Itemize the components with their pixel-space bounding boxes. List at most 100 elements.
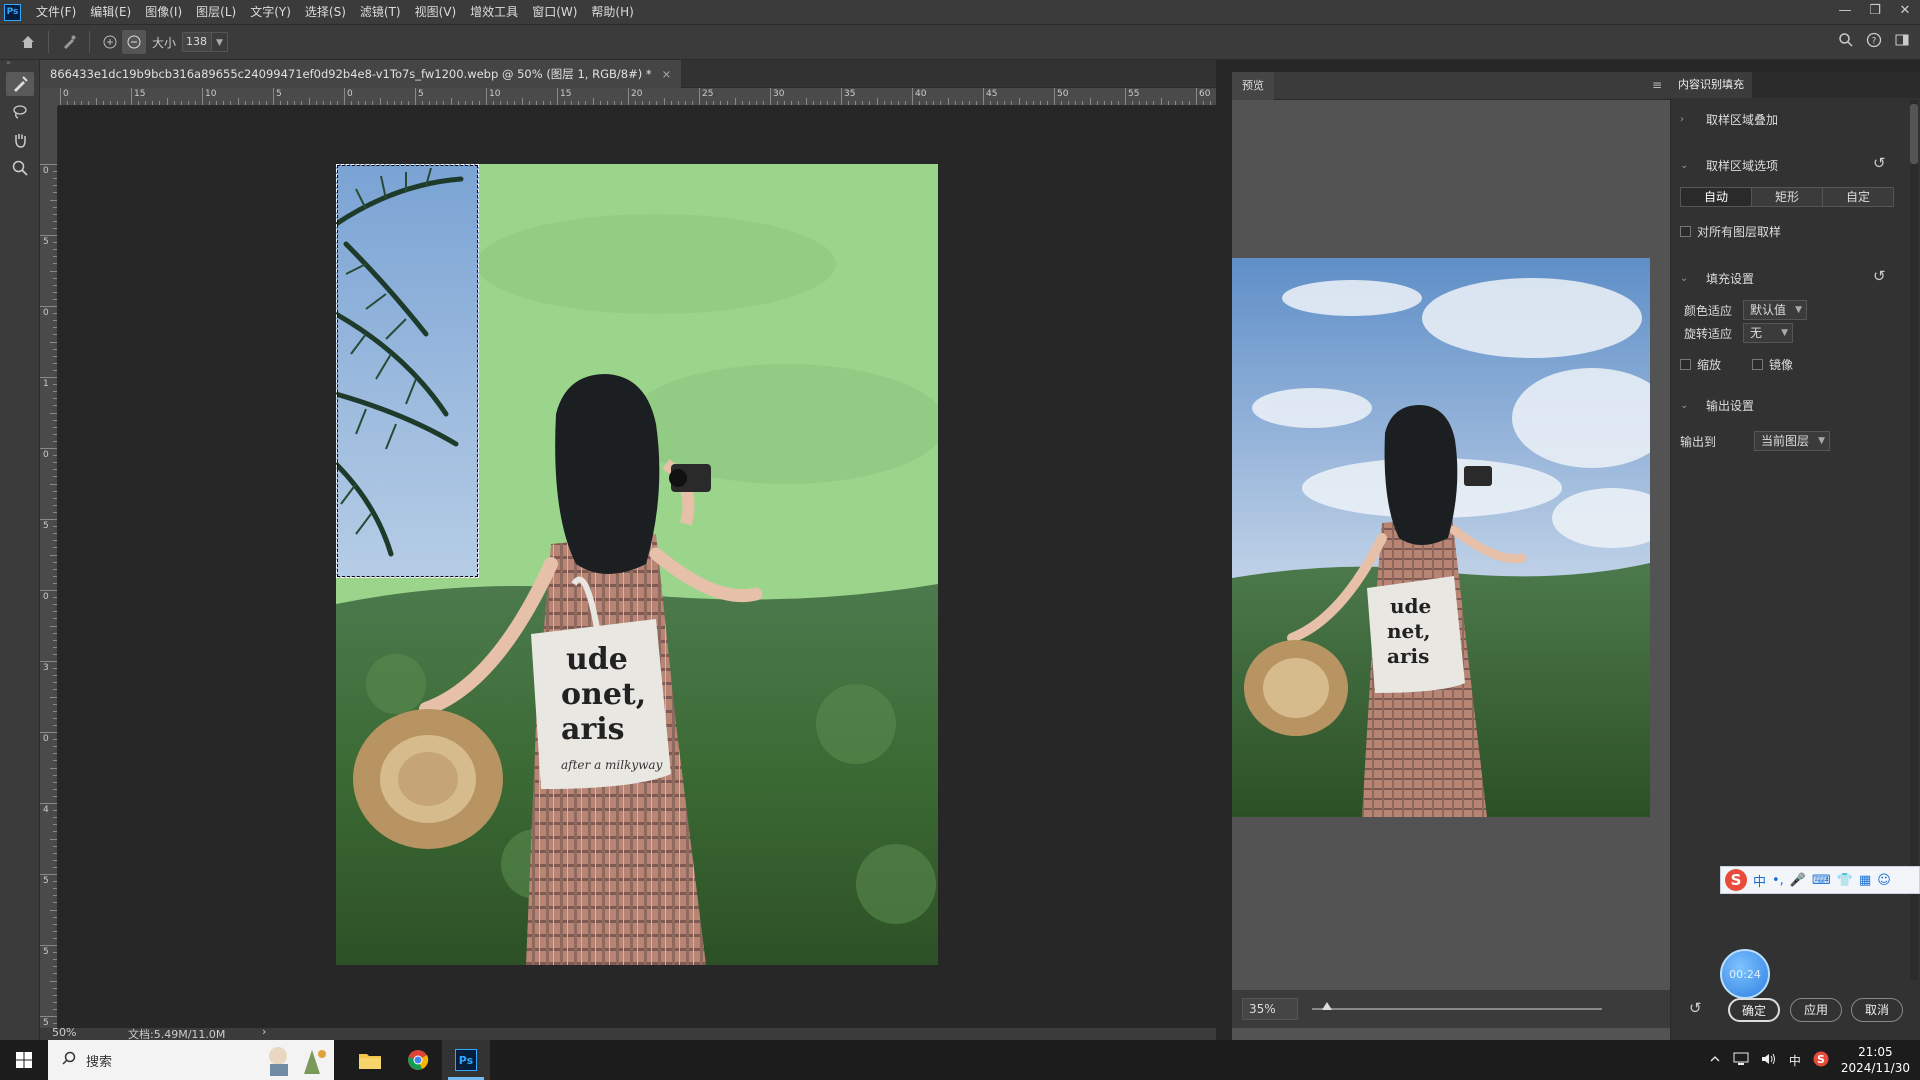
help-icon[interactable]: ? bbox=[1866, 32, 1882, 52]
menu-edit[interactable]: 编辑(E) bbox=[83, 0, 138, 24]
sogou-tray-icon[interactable]: S bbox=[1813, 1051, 1829, 1070]
status-menu-arrow[interactable]: › bbox=[262, 1025, 266, 1038]
keyboard-icon[interactable]: ⌨ bbox=[1812, 873, 1831, 888]
sample-all-layers-checkbox[interactable]: 对所有图层取样 bbox=[1680, 223, 1781, 240]
ruler-label: 40 bbox=[915, 89, 927, 99]
search-icon[interactable] bbox=[1838, 32, 1854, 52]
tab-preview[interactable]: 预览 bbox=[1232, 72, 1274, 100]
section-fill-settings[interactable]: ⌄ 填充设置 bbox=[1680, 270, 1754, 287]
rotation-adaptation-select[interactable]: 无 ▼ bbox=[1743, 323, 1793, 343]
lasso-tool-icon[interactable] bbox=[6, 100, 34, 124]
volume-icon[interactable] bbox=[1761, 1052, 1777, 1069]
tab-content-aware-fill[interactable]: 内容识别填充 bbox=[1670, 72, 1752, 98]
ruler-tick bbox=[53, 540, 57, 542]
close-icon[interactable]: × bbox=[662, 67, 672, 81]
preview-zoom-slider[interactable] bbox=[1312, 1002, 1602, 1010]
scale-checkbox[interactable]: 缩放 bbox=[1680, 356, 1721, 373]
slider-thumb[interactable] bbox=[1321, 1002, 1332, 1010]
menu-plugins[interactable]: 增效工具 bbox=[463, 0, 525, 24]
zoom-level-readout[interactable]: 50% bbox=[52, 1026, 76, 1039]
section-sampling-overlay[interactable]: › 取样区域叠加 bbox=[1680, 111, 1778, 128]
size-input[interactable]: 138 bbox=[182, 32, 213, 52]
workspace-icon[interactable] bbox=[1894, 32, 1910, 52]
ruler-tick bbox=[53, 689, 57, 691]
ruler-tick bbox=[280, 101, 282, 105]
chevron-up-icon[interactable] bbox=[1709, 1053, 1721, 1068]
cancel-button[interactable]: 取消 bbox=[1851, 998, 1903, 1022]
segment-custom[interactable]: 自定 bbox=[1823, 188, 1893, 206]
microphone-icon[interactable]: 🎤 bbox=[1790, 873, 1806, 888]
skin-icon[interactable]: 👕 bbox=[1837, 873, 1853, 888]
checkbox[interactable] bbox=[1680, 226, 1691, 237]
reset-icon[interactable]: ↺ bbox=[1873, 267, 1886, 285]
ime-mode-chinese[interactable]: 中 bbox=[1753, 871, 1766, 890]
close-window-icon[interactable]: ✕ bbox=[1890, 0, 1920, 24]
selection-marquee[interactable] bbox=[336, 164, 479, 578]
brush-tool-icon[interactable] bbox=[57, 30, 81, 54]
chevron-down-icon[interactable]: ▼ bbox=[212, 32, 229, 52]
collapse-icon[interactable]: » bbox=[0, 59, 39, 68]
toolbox-icon[interactable]: ▦ bbox=[1859, 873, 1871, 888]
horizontal-ruler[interactable]: 0 15 10 5 0 5 10 15 20 25 30 35 40 45 50 55 60 bbox=[58, 88, 1216, 106]
preview-image[interactable]: ude net, aris bbox=[1232, 258, 1650, 817]
mirror-checkbox[interactable]: 镜像 bbox=[1752, 356, 1793, 373]
segment-auto[interactable]: 自动 bbox=[1681, 188, 1752, 206]
chevron-down-icon: ▼ bbox=[1795, 305, 1802, 315]
menu-help[interactable]: 帮助(H) bbox=[584, 0, 640, 24]
minimize-icon[interactable]: — bbox=[1830, 0, 1860, 24]
restore-icon[interactable]: ❐ bbox=[1860, 0, 1890, 24]
svg-text:after a milkyway: after a milkyway bbox=[561, 758, 663, 772]
apply-button[interactable]: 应用 bbox=[1790, 998, 1842, 1022]
photoshop-taskbar-icon[interactable]: Ps bbox=[442, 1040, 490, 1080]
color-adaptation-select[interactable]: 默认值 ▼ bbox=[1743, 300, 1807, 320]
ok-button[interactable]: 确定 bbox=[1728, 998, 1780, 1022]
checkbox[interactable] bbox=[1680, 359, 1691, 370]
scrollbar-thumb[interactable] bbox=[1910, 104, 1918, 164]
network-icon[interactable] bbox=[1733, 1052, 1749, 1069]
section-output-settings[interactable]: ⌄ 输出设置 bbox=[1680, 397, 1754, 414]
reset-all-icon[interactable]: ↺ bbox=[1689, 999, 1702, 1017]
punctuation-icon[interactable]: •, bbox=[1772, 873, 1784, 888]
ruler-tick bbox=[734, 98, 736, 105]
sogou-logo-icon[interactable]: S bbox=[1725, 869, 1747, 891]
checkbox[interactable] bbox=[1752, 359, 1763, 370]
sampling-brush-tool-icon[interactable] bbox=[6, 72, 34, 96]
file-explorer-icon[interactable] bbox=[346, 1040, 394, 1080]
add-to-selection-icon[interactable] bbox=[98, 30, 122, 54]
menu-file[interactable]: 文件(F) bbox=[29, 0, 83, 24]
ruler-label: 5 bbox=[43, 947, 49, 957]
recording-timer[interactable]: 00:24 bbox=[1720, 949, 1770, 999]
taskbar-clock[interactable]: 21:05 2024/11/30 bbox=[1841, 1044, 1910, 1076]
taskbar-search-input[interactable]: 搜索 bbox=[48, 1040, 334, 1080]
ruler-tick bbox=[336, 101, 338, 105]
ruler-label: 15 bbox=[134, 89, 146, 99]
home-icon[interactable] bbox=[16, 30, 40, 54]
menu-window[interactable]: 窗口(W) bbox=[525, 0, 584, 24]
ruler-tick bbox=[53, 362, 57, 364]
document-tab[interactable]: 866433e1dc19b9bcb316a89655c24099471ef0d9… bbox=[40, 60, 682, 88]
menu-type[interactable]: 文字(Y) bbox=[243, 0, 298, 24]
input-language-indicator[interactable]: 中 bbox=[1789, 1052, 1801, 1069]
panel-menu-icon[interactable]: ≡ bbox=[1652, 78, 1662, 92]
chrome-icon[interactable] bbox=[394, 1040, 442, 1080]
section-sampling-options[interactable]: ⌄ 取样区域选项 bbox=[1680, 157, 1778, 174]
menu-filter[interactable]: 滤镜(T) bbox=[353, 0, 408, 24]
vertical-ruler[interactable]: 0501050304555 bbox=[40, 106, 58, 1028]
svg-text:ude: ude bbox=[1390, 594, 1431, 618]
preview-zoom-input[interactable]: 35% bbox=[1242, 998, 1298, 1020]
menu-select[interactable]: 选择(S) bbox=[298, 0, 353, 24]
menu-view[interactable]: 视图(V) bbox=[408, 0, 464, 24]
emoji-icon[interactable]: ☺ bbox=[1877, 873, 1891, 888]
panel-scrollbar[interactable] bbox=[1910, 100, 1918, 980]
menu-layer[interactable]: 图层(L) bbox=[189, 0, 243, 24]
hand-tool-icon[interactable] bbox=[6, 128, 34, 152]
svg-text:aris: aris bbox=[561, 712, 625, 747]
output-to-select[interactable]: 当前图层 ▼ bbox=[1754, 431, 1830, 451]
zoom-tool-icon[interactable] bbox=[6, 156, 34, 180]
ruler-tick bbox=[53, 604, 57, 606]
windows-start-icon[interactable] bbox=[0, 1040, 48, 1080]
menu-image[interactable]: 图像(I) bbox=[138, 0, 189, 24]
segment-rectangle[interactable]: 矩形 bbox=[1752, 188, 1823, 206]
subtract-from-selection-icon[interactable] bbox=[122, 30, 146, 54]
reset-icon[interactable]: ↺ bbox=[1873, 154, 1886, 172]
